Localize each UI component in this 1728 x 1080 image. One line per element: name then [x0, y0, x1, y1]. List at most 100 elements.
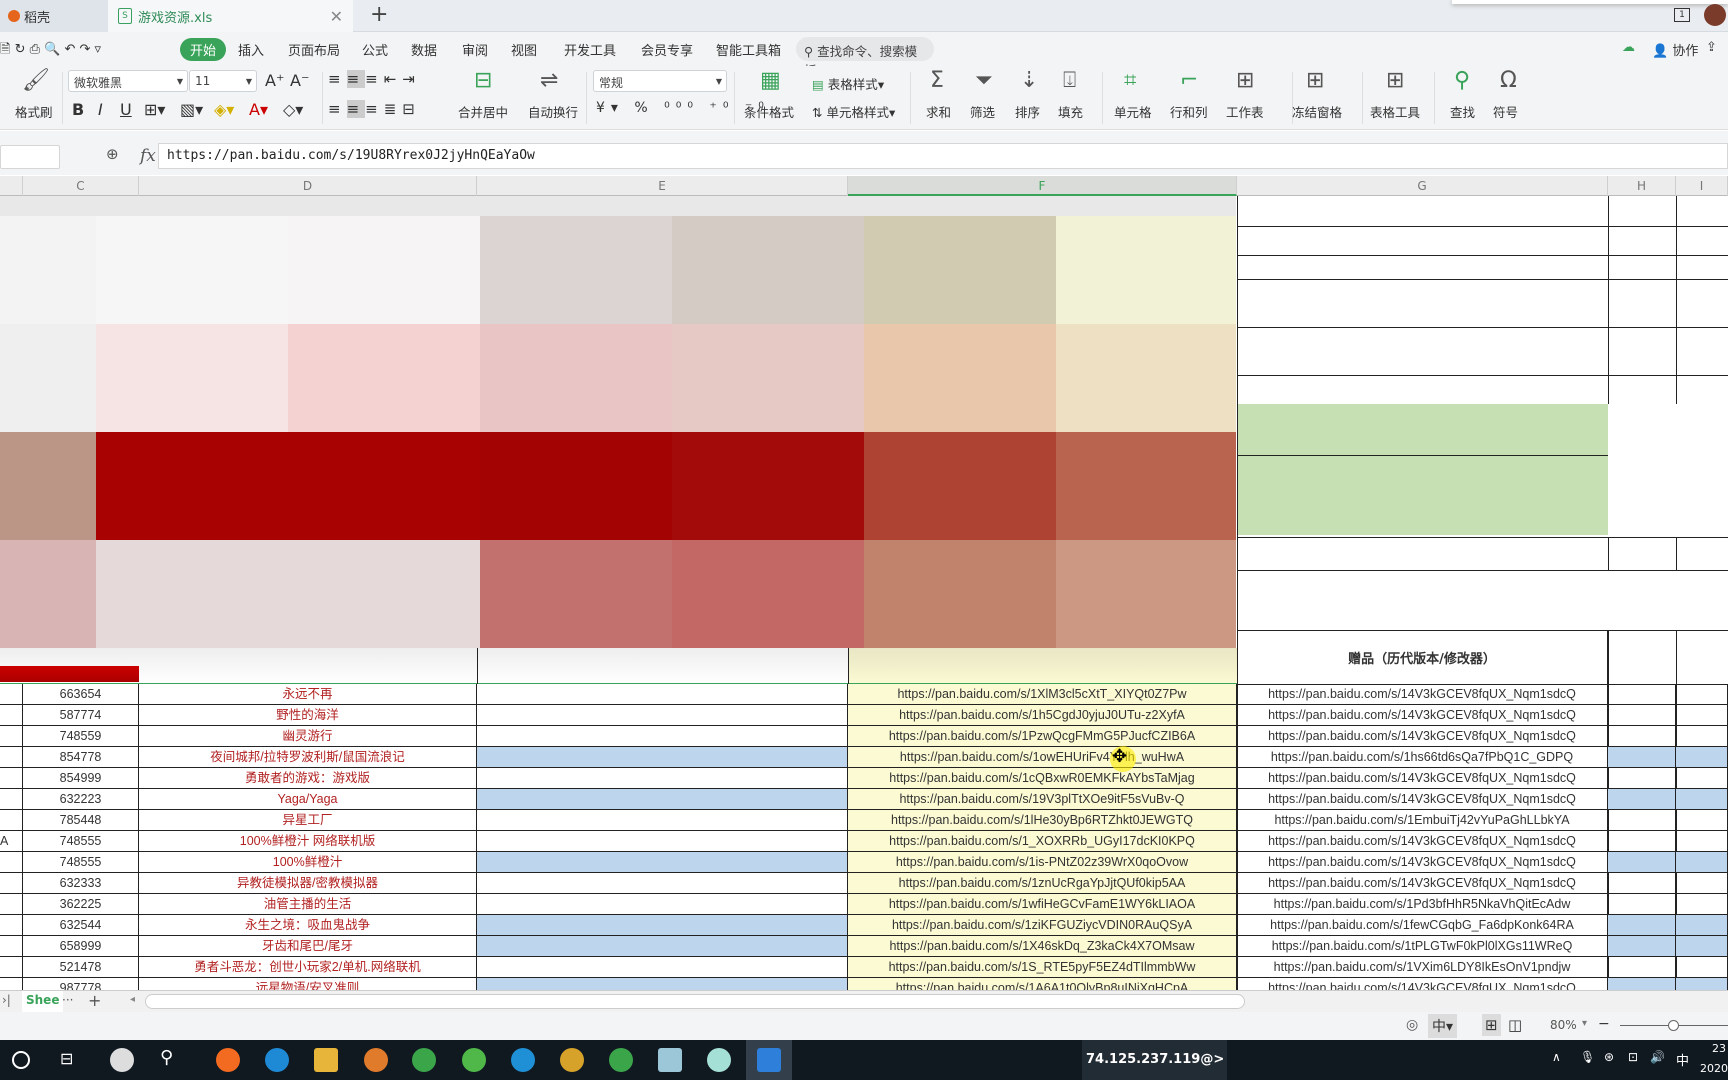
tab-smart-toolbox[interactable]: 智能工具箱 — [716, 40, 781, 59]
cell-gift-link[interactable]: https://pan.baidu.com/s/14V3kGCEV8fqUX_N… — [1237, 789, 1608, 810]
cell-e[interactable] — [477, 894, 848, 915]
volume-icon[interactable]: 🔊 — [1650, 1050, 1665, 1064]
microphone-icon[interactable]: 🎙 — [1580, 1050, 1595, 1064]
cell-e[interactable] — [477, 768, 848, 789]
cell-download-link[interactable]: https://pan.baidu.com/s/1lHe30yBp6RTZhkt… — [848, 810, 1237, 831]
cell-h[interactable] — [1608, 873, 1676, 894]
cell-gift-link[interactable]: https://pan.baidu.com/s/14V3kGCEV8fqUX_N… — [1237, 978, 1608, 990]
cell-h[interactable] — [1608, 936, 1676, 957]
cell-i[interactable] — [1676, 978, 1728, 990]
horizontal-align-buttons[interactable]: ≡≡≡≣⊟ — [328, 100, 421, 118]
cell-gift-link[interactable]: https://pan.baidu.com/s/1tPLGTwF0kPl0lXG… — [1237, 936, 1608, 957]
remote-ip[interactable]: 74.125.237.119@> — [1082, 1040, 1227, 1080]
tab-insert[interactable]: 插入 — [238, 40, 264, 59]
cell-h[interactable] — [1608, 894, 1676, 915]
add-sheet-button[interactable]: + — [88, 991, 101, 1010]
cell-gift-link[interactable]: https://pan.baidu.com/s/14V3kGCEV8fqUX_N… — [1237, 873, 1608, 894]
tab-review[interactable]: 审阅 — [462, 40, 488, 59]
cell-game-name[interactable]: 永生之境：吸血鬼战争 — [139, 915, 477, 936]
cell-download-link[interactable]: https://pan.baidu.com/s/1XlM3cl5cXtT_XIY… — [848, 684, 1237, 705]
cell-h[interactable] — [1608, 831, 1676, 852]
chrome-icon-2[interactable] — [609, 1048, 633, 1072]
app-icon-2[interactable] — [364, 1048, 388, 1072]
symbol-button[interactable]: 符号 — [1493, 102, 1518, 121]
app-icon-3[interactable] — [560, 1048, 584, 1072]
cell-h[interactable] — [1608, 684, 1676, 705]
input-method-icon[interactable]: 中▾ — [1428, 1014, 1458, 1038]
column-header-h[interactable]: H — [1608, 176, 1676, 196]
cell-e[interactable] — [477, 936, 848, 957]
tab-daoke[interactable]: 稻壳 — [0, 0, 108, 32]
italic-button[interactable]: I — [98, 100, 103, 119]
cell-gift-link[interactable]: https://pan.baidu.com/s/14V3kGCEV8fqUX_N… — [1237, 852, 1608, 873]
cell-id[interactable]: 987778 — [23, 978, 139, 990]
cell-e[interactable] — [477, 915, 848, 936]
cell-i[interactable] — [1676, 768, 1728, 789]
zoom-level[interactable]: 80% — [1550, 1018, 1577, 1032]
cell-gift-link[interactable]: https://pan.baidu.com/s/1hs66td6sQa7fPbQ… — [1237, 747, 1608, 768]
cell-game-name[interactable]: 异教徒模拟器/密教模拟器 — [139, 873, 477, 894]
font-color-button[interactable]: A▾ — [249, 100, 268, 119]
font-select[interactable]: 微软雅黑 ▼ — [68, 70, 188, 92]
cell-id[interactable]: 748555 — [23, 852, 139, 873]
tab-formula[interactable]: 公式 — [362, 40, 388, 59]
filter-button[interactable]: 筛选 — [970, 102, 995, 121]
cell-game-name[interactable]: 油管主播的生活 — [139, 894, 477, 915]
more-sheets-button[interactable]: ··· — [62, 993, 73, 1007]
tray-app-icon[interactable]: ⊛ — [1604, 1050, 1614, 1064]
cell-id[interactable]: 521478 — [23, 957, 139, 978]
clock-time[interactable]: 23 — [1712, 1042, 1726, 1055]
close-icon[interactable]: ✕ — [330, 7, 343, 26]
app-icon-1[interactable] — [110, 1048, 134, 1072]
sum-button[interactable]: 求和 — [926, 102, 951, 121]
cell-id[interactable]: 748559 — [23, 726, 139, 747]
format-painter-button[interactable]: 格式刷 — [15, 102, 53, 121]
cloud-sync-icon[interactable]: ☁ — [1622, 40, 1635, 55]
cell-download-link[interactable]: https://pan.baidu.com/s/1A6A1t0OlyBp8uIN… — [848, 978, 1237, 990]
border-button[interactable]: ⊞▾ — [144, 100, 165, 119]
cell-game-name[interactable]: 野性的海洋 — [139, 705, 477, 726]
column-header-b[interactable] — [0, 176, 23, 196]
table-tools-button[interactable]: 表格工具 — [1370, 102, 1420, 121]
cell-gift-link[interactable]: https://pan.baidu.com/s/1EmbuiTj42vYuPaG… — [1237, 810, 1608, 831]
cell-h[interactable] — [1608, 810, 1676, 831]
wechat-icon[interactable] — [462, 1048, 486, 1072]
cell-game-name[interactable]: 永远不再 — [139, 684, 477, 705]
cell-h[interactable] — [1608, 705, 1676, 726]
cell-i[interactable] — [1676, 747, 1728, 768]
cell-gift-link[interactable]: https://pan.baidu.com/s/14V3kGCEV8fqUX_N… — [1237, 831, 1608, 852]
cell-i[interactable] — [1676, 936, 1728, 957]
cell-i[interactable] — [1676, 831, 1728, 852]
cell-id[interactable]: 362225 — [23, 894, 139, 915]
cell-i[interactable] — [1676, 684, 1728, 705]
cell-download-link[interactable]: https://pan.baidu.com/s/1ziKFGUZiycVDIN0… — [848, 915, 1237, 936]
cell-download-link[interactable]: https://pan.baidu.com/s/1S_RTE5pyF5EZ4dT… — [848, 957, 1237, 978]
table-style-button[interactable]: ▤ 表格样式▾ — [812, 74, 884, 93]
zoom-out-button[interactable]: − — [1598, 1016, 1610, 1032]
font-shrink-button[interactable]: A⁻ — [290, 71, 309, 90]
window-count-icon[interactable]: 1 — [1674, 8, 1690, 22]
cell-download-link[interactable]: https://pan.baidu.com/s/1wfiHeGCvFamE1WY… — [848, 894, 1237, 915]
cell-gift-link[interactable]: https://pan.baidu.com/s/1fewCGqbG_Fa6dpK… — [1237, 915, 1608, 936]
cell-e[interactable] — [477, 873, 848, 894]
underline-button[interactable]: U — [120, 100, 132, 119]
skype-icon[interactable] — [511, 1048, 535, 1072]
zoom-formula-icon[interactable]: ⊕ — [106, 145, 119, 163]
name-box[interactable] — [0, 145, 60, 169]
file-explorer-icon[interactable] — [314, 1048, 338, 1072]
cell-id[interactable]: 854778 — [23, 747, 139, 768]
tab-home[interactable]: 开始 — [180, 38, 227, 61]
normal-view-icon[interactable]: ⊞ — [1482, 1014, 1501, 1036]
column-header-i[interactable]: I — [1676, 176, 1728, 196]
column-header-e[interactable]: E — [477, 176, 848, 196]
wps-taskbar-item[interactable] — [746, 1040, 792, 1080]
tab-page-layout[interactable]: 页面布局 — [288, 40, 340, 59]
cell-i[interactable] — [1676, 726, 1728, 747]
cell-id[interactable]: 663654 — [23, 684, 139, 705]
cell-id[interactable]: 748555 — [23, 831, 139, 852]
cell-i[interactable] — [1676, 852, 1728, 873]
tab-view[interactable]: 视图 — [511, 40, 537, 59]
scroll-left-arrow[interactable]: ◂ — [130, 994, 135, 1005]
cell-i[interactable] — [1676, 915, 1728, 936]
ime-indicator[interactable]: 中 — [1676, 1050, 1689, 1069]
